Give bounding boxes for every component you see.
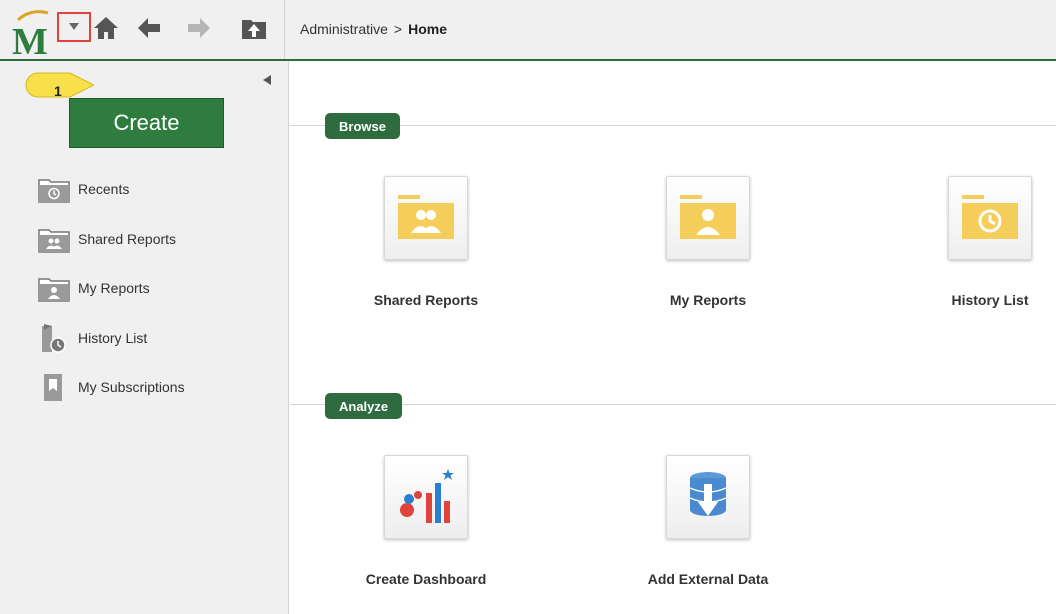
forward-button[interactable]	[185, 14, 213, 42]
menu-dropdown-button[interactable]	[57, 12, 91, 42]
sidebar-item-recents[interactable]: Recents	[38, 175, 185, 225]
subscriptions-icon	[38, 373, 70, 403]
shared-reports-folder-icon	[38, 225, 70, 255]
main-content: Browse Shared Reports My Reports History…	[290, 61, 1056, 614]
svg-text:M: M	[12, 21, 48, 56]
dashboard-chart-icon	[384, 455, 468, 539]
tile-my-reports[interactable]: My Reports	[618, 176, 798, 308]
breadcrumb-parent[interactable]: Administrative	[300, 21, 388, 37]
sidebar-item-label: Shared Reports	[78, 230, 177, 247]
history-list-icon	[38, 323, 70, 354]
dropdown-arrow-icon	[69, 23, 79, 30]
browse-divider	[290, 125, 1056, 126]
tile-shared-reports[interactable]: Shared Reports	[336, 176, 516, 308]
callout-number: 1	[54, 83, 62, 99]
history-list-folder-icon	[948, 176, 1032, 260]
folder-up-icon	[242, 20, 266, 39]
app-window: M Administrative > Home 1 Create Recents…	[0, 0, 1056, 614]
create-button[interactable]: Create	[69, 98, 224, 148]
analyze-divider	[290, 404, 1056, 405]
my-reports-folder-icon	[666, 176, 750, 260]
sidebar-item-my-reports[interactable]: My Reports	[38, 274, 185, 324]
section-title-analyze: Analyze	[325, 393, 403, 419]
up-folder-button[interactable]	[240, 14, 268, 42]
tile-history-list[interactable]: History List	[900, 176, 1056, 308]
sidebar-nav: Recents Shared Reports My Reports Histor…	[38, 175, 185, 423]
home-icon	[94, 17, 118, 39]
sidebar-item-my-subscriptions[interactable]: My Subscriptions	[38, 373, 185, 423]
sidebar-item-label: Recents	[78, 181, 130, 197]
recents-folder-icon	[38, 175, 70, 205]
sidebar-item-label: History List	[78, 329, 148, 346]
tile-label: My Reports	[669, 292, 747, 308]
sidebar-item-history-list[interactable]: History List	[38, 323, 185, 374]
my-reports-folder-icon	[38, 274, 70, 304]
tile-label: Shared Reports	[373, 292, 479, 308]
sidebar: 1 Create Recents Shared Reports My Repor…	[0, 61, 289, 614]
breadcrumb-separator: >	[393, 21, 403, 37]
tile-label: History List	[951, 292, 1029, 308]
forward-arrow-icon	[188, 18, 210, 38]
sidebar-item-label: My Reports	[78, 280, 150, 296]
sidebar-item-label: My Subscriptions	[78, 379, 185, 395]
tile-label: Add External Data	[647, 571, 769, 587]
back-arrow-icon	[138, 18, 160, 38]
database-import-icon	[666, 455, 750, 539]
shared-reports-folder-icon	[384, 176, 468, 260]
toolbar-divider	[284, 0, 285, 59]
sidebar-item-shared-reports[interactable]: Shared Reports	[38, 225, 185, 275]
breadcrumb-current: Home	[408, 21, 448, 37]
home-button[interactable]	[92, 14, 120, 42]
section-title-browse: Browse	[325, 113, 400, 139]
tile-add-external-data[interactable]: Add External Data	[618, 455, 798, 587]
tile-label: Create Dashboard	[365, 571, 487, 587]
top-toolbar: M Administrative > Home	[0, 0, 1056, 61]
tile-create-dashboard[interactable]: Create Dashboard	[336, 455, 516, 587]
logo-icon[interactable]: M	[12, 10, 52, 56]
collapse-sidebar-icon[interactable]	[263, 75, 271, 85]
back-button[interactable]	[135, 14, 163, 42]
breadcrumb: Administrative > Home	[300, 21, 447, 37]
